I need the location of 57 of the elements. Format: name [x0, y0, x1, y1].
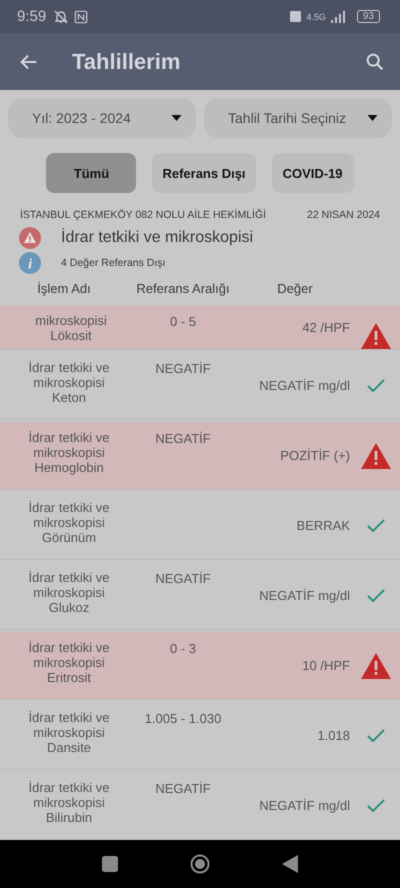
- report-date: 22 NISAN 2024: [307, 209, 380, 221]
- test-title: İdrar tetkiki ve mikroskopisi: [61, 229, 254, 247]
- nfc-icon: [74, 10, 88, 24]
- reference-range: NEGATİF: [155, 781, 211, 796]
- signal-icon: [330, 10, 347, 22]
- recent-apps-icon[interactable]: [102, 856, 118, 872]
- column-header: İşlem Adı: [36, 280, 92, 296]
- out-of-range-summary: 4 Değer Referans Dışı: [61, 257, 166, 269]
- column-header: Referans Aralığı: [135, 280, 231, 296]
- reference-range: NEGATİF: [155, 361, 211, 376]
- clinic-name: İSTANBUL ÇEKMEKÖY 082 NOLU AİLE HEKİMLİĞİ: [20, 209, 266, 221]
- filter-tab[interactable]: Referans Dışı: [152, 153, 256, 193]
- muted-bell-icon: [53, 8, 70, 24]
- reference-range: 0 - 5: [170, 314, 196, 329]
- test-name: İdrar tetkiki ve mikroskopisi Görünüm: [28, 499, 110, 545]
- reference-range: NEGATİF: [155, 571, 211, 586]
- result-value: 42 /HPF: [301, 320, 351, 334]
- test-name: mikroskopisi Lökosit: [34, 313, 108, 345]
- result-value: POZİTİF (+): [279, 448, 351, 463]
- dropdown[interactable]: Yıl: 2023 - 2024: [8, 98, 196, 138]
- result-value: NEGATİF mg/dl: [258, 588, 351, 603]
- dropdown[interactable]: Tahlil Tarihi Seçiniz: [204, 98, 392, 138]
- filter-tab[interactable]: Tümü: [46, 153, 136, 193]
- result-value: NEGATİF mg/dl: [258, 798, 351, 813]
- result-value: 10 /HPF: [301, 658, 351, 673]
- check-icon: [366, 798, 386, 814]
- battery-level: 93: [356, 10, 380, 23]
- test-name: İdrar tetkiki ve mikroskopisi Keton: [28, 359, 110, 405]
- dropdown-caret-icon: [171, 115, 182, 121]
- check-icon: [366, 518, 386, 534]
- home-icon[interactable]: [190, 854, 210, 874]
- result-value: 1.018: [316, 728, 351, 743]
- back-icon[interactable]: [282, 855, 298, 873]
- check-icon: [366, 728, 386, 744]
- screen-title: Tahlillerim: [72, 48, 180, 74]
- status-time: 9:59: [17, 8, 46, 25]
- search-icon[interactable]: [364, 50, 386, 72]
- reference-range: 1.005 - 1.030: [144, 711, 222, 726]
- column-header: Değer: [276, 280, 314, 296]
- dropdown-caret-icon: [367, 115, 378, 121]
- test-name: İdrar tetkiki ve mikroskopisi Glukoz: [28, 569, 110, 615]
- test-name: İdrar tetkiki ve mikroskopisi Dansite: [28, 709, 110, 755]
- warning-icon: [361, 652, 391, 678]
- reference-range: NEGATİF: [155, 431, 211, 446]
- result-value: NEGATİF mg/dl: [258, 378, 351, 393]
- check-icon: [366, 588, 386, 604]
- result-value: BERRAK: [296, 518, 351, 533]
- warning-icon: [19, 227, 41, 249]
- test-name: İdrar tetkiki ve mikroskopisi Bilirubin: [28, 779, 110, 825]
- info-icon: [19, 252, 41, 274]
- test-name: İdrar tetkiki ve mikroskopisi Eritrosit: [28, 639, 110, 685]
- check-icon: [366, 378, 386, 394]
- network-type: 4.5G: [306, 12, 326, 22]
- reference-range: 0 - 3: [170, 641, 196, 656]
- test-name: İdrar tetkiki ve mikroskopisi Hemoglobin: [28, 429, 110, 475]
- filter-tab[interactable]: COVID-19: [272, 153, 354, 193]
- warning-icon: [361, 442, 391, 468]
